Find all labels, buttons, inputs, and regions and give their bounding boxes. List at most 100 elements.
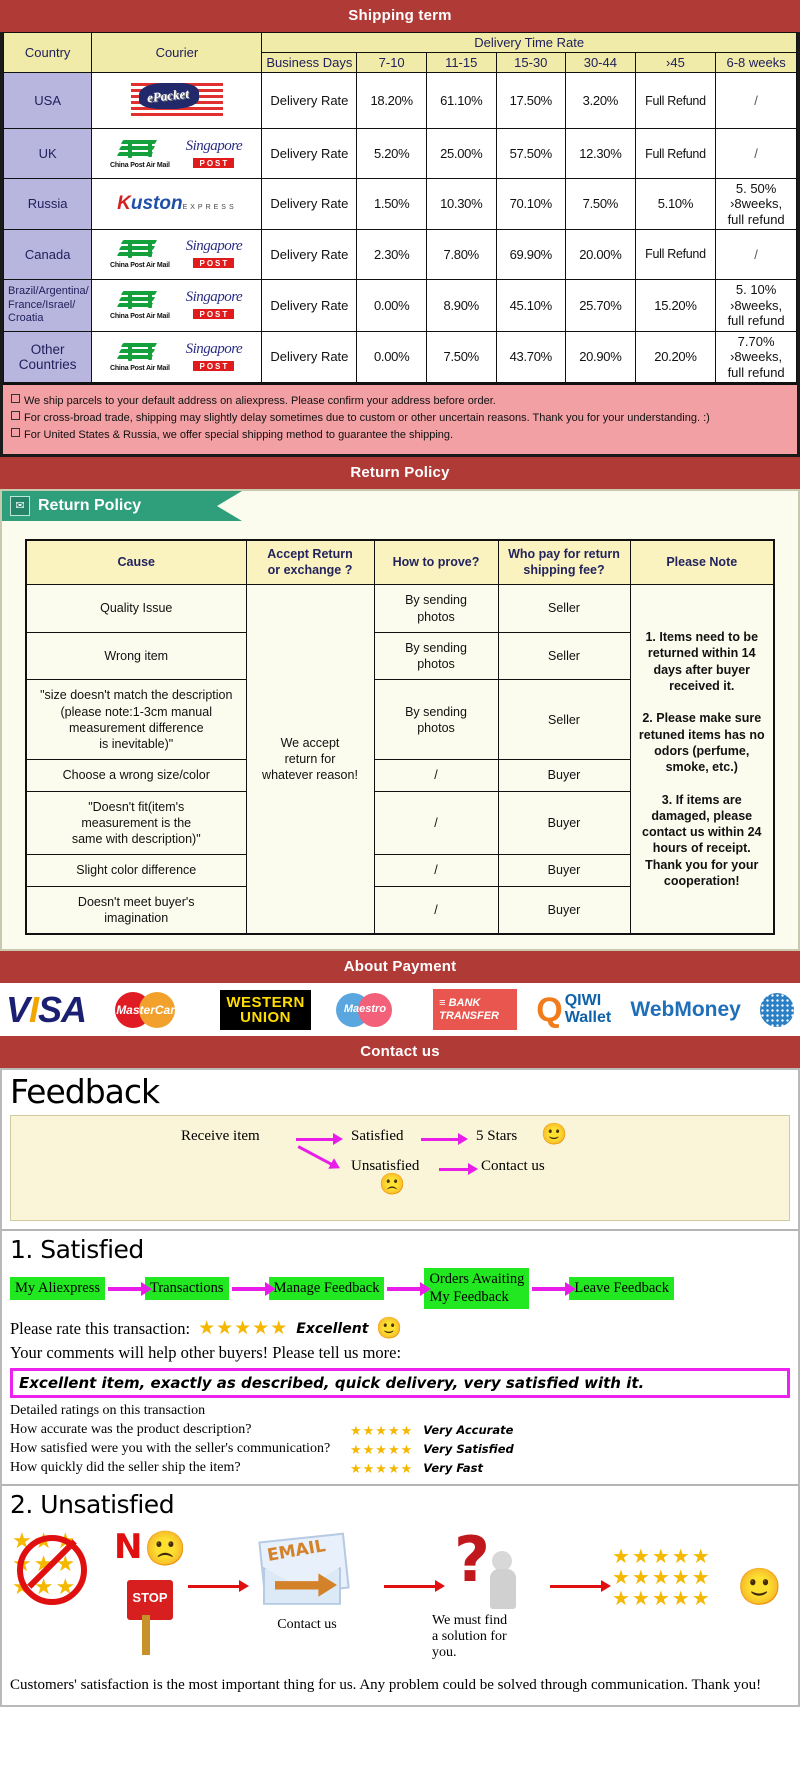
rating-value: Very Satisfied <box>423 1441 514 1456</box>
row-value-2: 43.70% <box>495 330 567 383</box>
comment-textbox[interactable]: Excellent item, exactly as described, qu… <box>10 1368 790 1399</box>
table-row: Brazil/Argentina/ France/Israel/ Croatia… <box>2 278 797 332</box>
about-payment-banner: About Payment <box>0 951 800 984</box>
webmoney-globe-icon <box>759 992 794 1027</box>
header-cause: Cause <box>25 539 247 586</box>
checkbox-icon <box>11 411 20 421</box>
header-business-days: Business Days <box>261 52 358 73</box>
row-value-2: 17.50% <box>495 72 567 129</box>
unsatisfied-flow-diagram: ★★★ ★★★ ★★★ N 🙁 STOP EMAIL Contact us ? … <box>2 1521 798 1671</box>
row-courier: China Post Air Mail Singapore POST <box>91 330 263 383</box>
row-value-0: 2.30% <box>356 228 427 280</box>
row-courier: China Post Air Mail Singapore POST <box>91 278 263 332</box>
row-rate-label: Delivery Rate <box>261 72 358 129</box>
sad-face-icon: 🙁 <box>144 1529 187 1568</box>
detailed-ratings: Detailed ratings on this transaction How… <box>2 1402 798 1478</box>
qiwi-wallet-logo: Q QIWI Wallet <box>536 990 612 1029</box>
arrow-icon <box>231 1281 276 1296</box>
row-courier: China Post Air Mail Singapore POST <box>91 228 263 280</box>
who-pays-cell: Buyer <box>497 854 631 887</box>
visa-logo: VISA <box>6 988 87 1030</box>
shipping-term-banner: Shipping term <box>0 0 800 32</box>
row-value-3: 12.30% <box>565 128 636 179</box>
table-row: Quality Issue We accept return for whate… <box>25 584 775 935</box>
rating-stars[interactable]: ★★★★★ <box>350 1441 413 1459</box>
webmoney-logo: WebMoney <box>630 997 741 1021</box>
no-label-icon: N <box>114 1526 143 1567</box>
return-policy-banner: Return Policy <box>0 457 800 490</box>
unsatisfied-heading: 2. Unsatisfied <box>10 1489 175 1519</box>
header-courier: Courier <box>91 32 263 73</box>
payment-methods-row: VISA MasterCard WESTERN UNION Maestro ≡ B… <box>0 983 800 1037</box>
row-value-4: 20.20% <box>634 330 717 383</box>
who-pays-cell: Seller <box>497 679 631 761</box>
china-post-air-mail-logo: China Post Air Mail <box>103 290 177 320</box>
row-value-4: Full Refund <box>634 128 717 179</box>
step-my-aliexpress[interactable]: My Aliexpress <box>10 1277 105 1301</box>
step-manage-feedback[interactable]: Manage Feedback <box>268 1277 385 1301</box>
cause-cell: Quality Issue <box>25 584 247 633</box>
stop-pole <box>142 1614 150 1655</box>
row-country: Other Countries <box>2 330 93 383</box>
row-value-0: 0.00% <box>356 330 427 383</box>
arrow-icon <box>297 1145 333 1167</box>
rating-value: Very Fast <box>423 1460 483 1475</box>
feedback-footer-text: Customers' satisfaction is the most impo… <box>10 1676 762 1693</box>
smile-face-icon: 🙂 <box>376 1316 403 1341</box>
rating-stars[interactable]: ★★★★★ <box>198 1317 288 1340</box>
arrow-icon <box>384 1579 445 1592</box>
header-how-to-prove: How to prove? <box>373 539 499 586</box>
checkbox-icon <box>11 428 20 438</box>
question-mark-icon: ? <box>450 1528 540 1609</box>
singapore-post-logo: Singapore POST <box>185 289 243 320</box>
cause-cell: Doesn't meet buyer's imagination <box>25 885 247 935</box>
singapore-post-logo: Singapore POST <box>185 137 243 168</box>
flow-satisfied: Satisfied <box>351 1128 404 1145</box>
row-value-5: / <box>715 72 797 129</box>
shipping-note-item: We ship parcels to your default address … <box>11 393 789 410</box>
row-country: Canada <box>2 228 93 280</box>
satisfied-steps: My Aliexpress Transactions Manage Feedba… <box>2 1266 798 1315</box>
rate-transaction-row: Please rate this transaction: ★★★★★ Exce… <box>2 1315 798 1342</box>
row-courier: China Post Air Mail Singapore POST <box>91 128 263 179</box>
feedback-container: Feedback Receive item Satisfied 5 Stars … <box>0 1068 800 1707</box>
header-country: Country <box>2 32 93 73</box>
row-value-0: 18.20% <box>356 72 427 129</box>
mastercard-logo: MasterCard <box>105 990 201 1030</box>
row-rate-label: Delivery Rate <box>261 228 358 280</box>
prove-cell: / <box>373 759 499 792</box>
row-value-1: 8.90% <box>425 278 497 332</box>
singapore-post-logo: Singapore POST <box>185 340 243 371</box>
step-orders-awaiting[interactable]: Orders Awaiting My Feedback <box>424 1268 530 1310</box>
rating-word: Excellent <box>296 1320 369 1337</box>
good-rating-stars-icon: ★★★★★ ★★★★★ ★★★★★ <box>612 1545 712 1610</box>
shipping-notes: We ship parcels to your default address … <box>3 382 797 455</box>
shipping-table-container: Country Courier Delivery Time Rate Busin… <box>0 32 800 458</box>
china-post-air-mail-logo: China Post Air Mail <box>103 139 177 169</box>
detailed-rating-row: How quickly did the seller ship the item… <box>10 1459 790 1478</box>
row-value-1: 10.30% <box>425 178 497 230</box>
envelope-icon: ✉ <box>10 496 30 517</box>
row-rate-label: Delivery Rate <box>261 128 358 179</box>
header-accept-return: Accept Return or exchange ? <box>245 539 375 586</box>
who-pays-cell: Buyer <box>497 759 631 792</box>
rating-stars[interactable]: ★★★★★ <box>350 1422 413 1440</box>
row-value-3: 3.20% <box>565 72 636 129</box>
table-row: Canada China Post Air Mail Singapore POST… <box>2 228 797 280</box>
step-leave-feedback[interactable]: Leave Feedback <box>569 1277 674 1301</box>
rating-stars[interactable]: ★★★★★ <box>350 1460 413 1478</box>
arrow-icon <box>439 1163 478 1176</box>
row-value-5: / <box>715 128 797 179</box>
table-header-row: Country Courier Delivery Time Rate <box>2 32 797 73</box>
step-transactions[interactable]: Transactions <box>144 1277 229 1301</box>
rating-value: Very Accurate <box>423 1422 514 1437</box>
return-policy-container: ✉ Return Policy Cause Accept Return or e… <box>0 489 800 952</box>
shipping-note-item: For United States & Russia, we offer spe… <box>11 427 789 444</box>
return-policy-table: Cause Accept Return or exchange ? How to… <box>25 539 775 936</box>
prove-cell: / <box>373 885 499 935</box>
stop-sign-icon: STOP <box>124 1576 176 1623</box>
shipping-note-item: For cross-broad trade, shipping may slig… <box>11 410 789 427</box>
prove-cell: / <box>373 790 499 856</box>
shipping-note-text: For cross-broad trade, shipping may slig… <box>24 412 710 425</box>
singapore-post-logo: Singapore POST <box>185 238 243 269</box>
